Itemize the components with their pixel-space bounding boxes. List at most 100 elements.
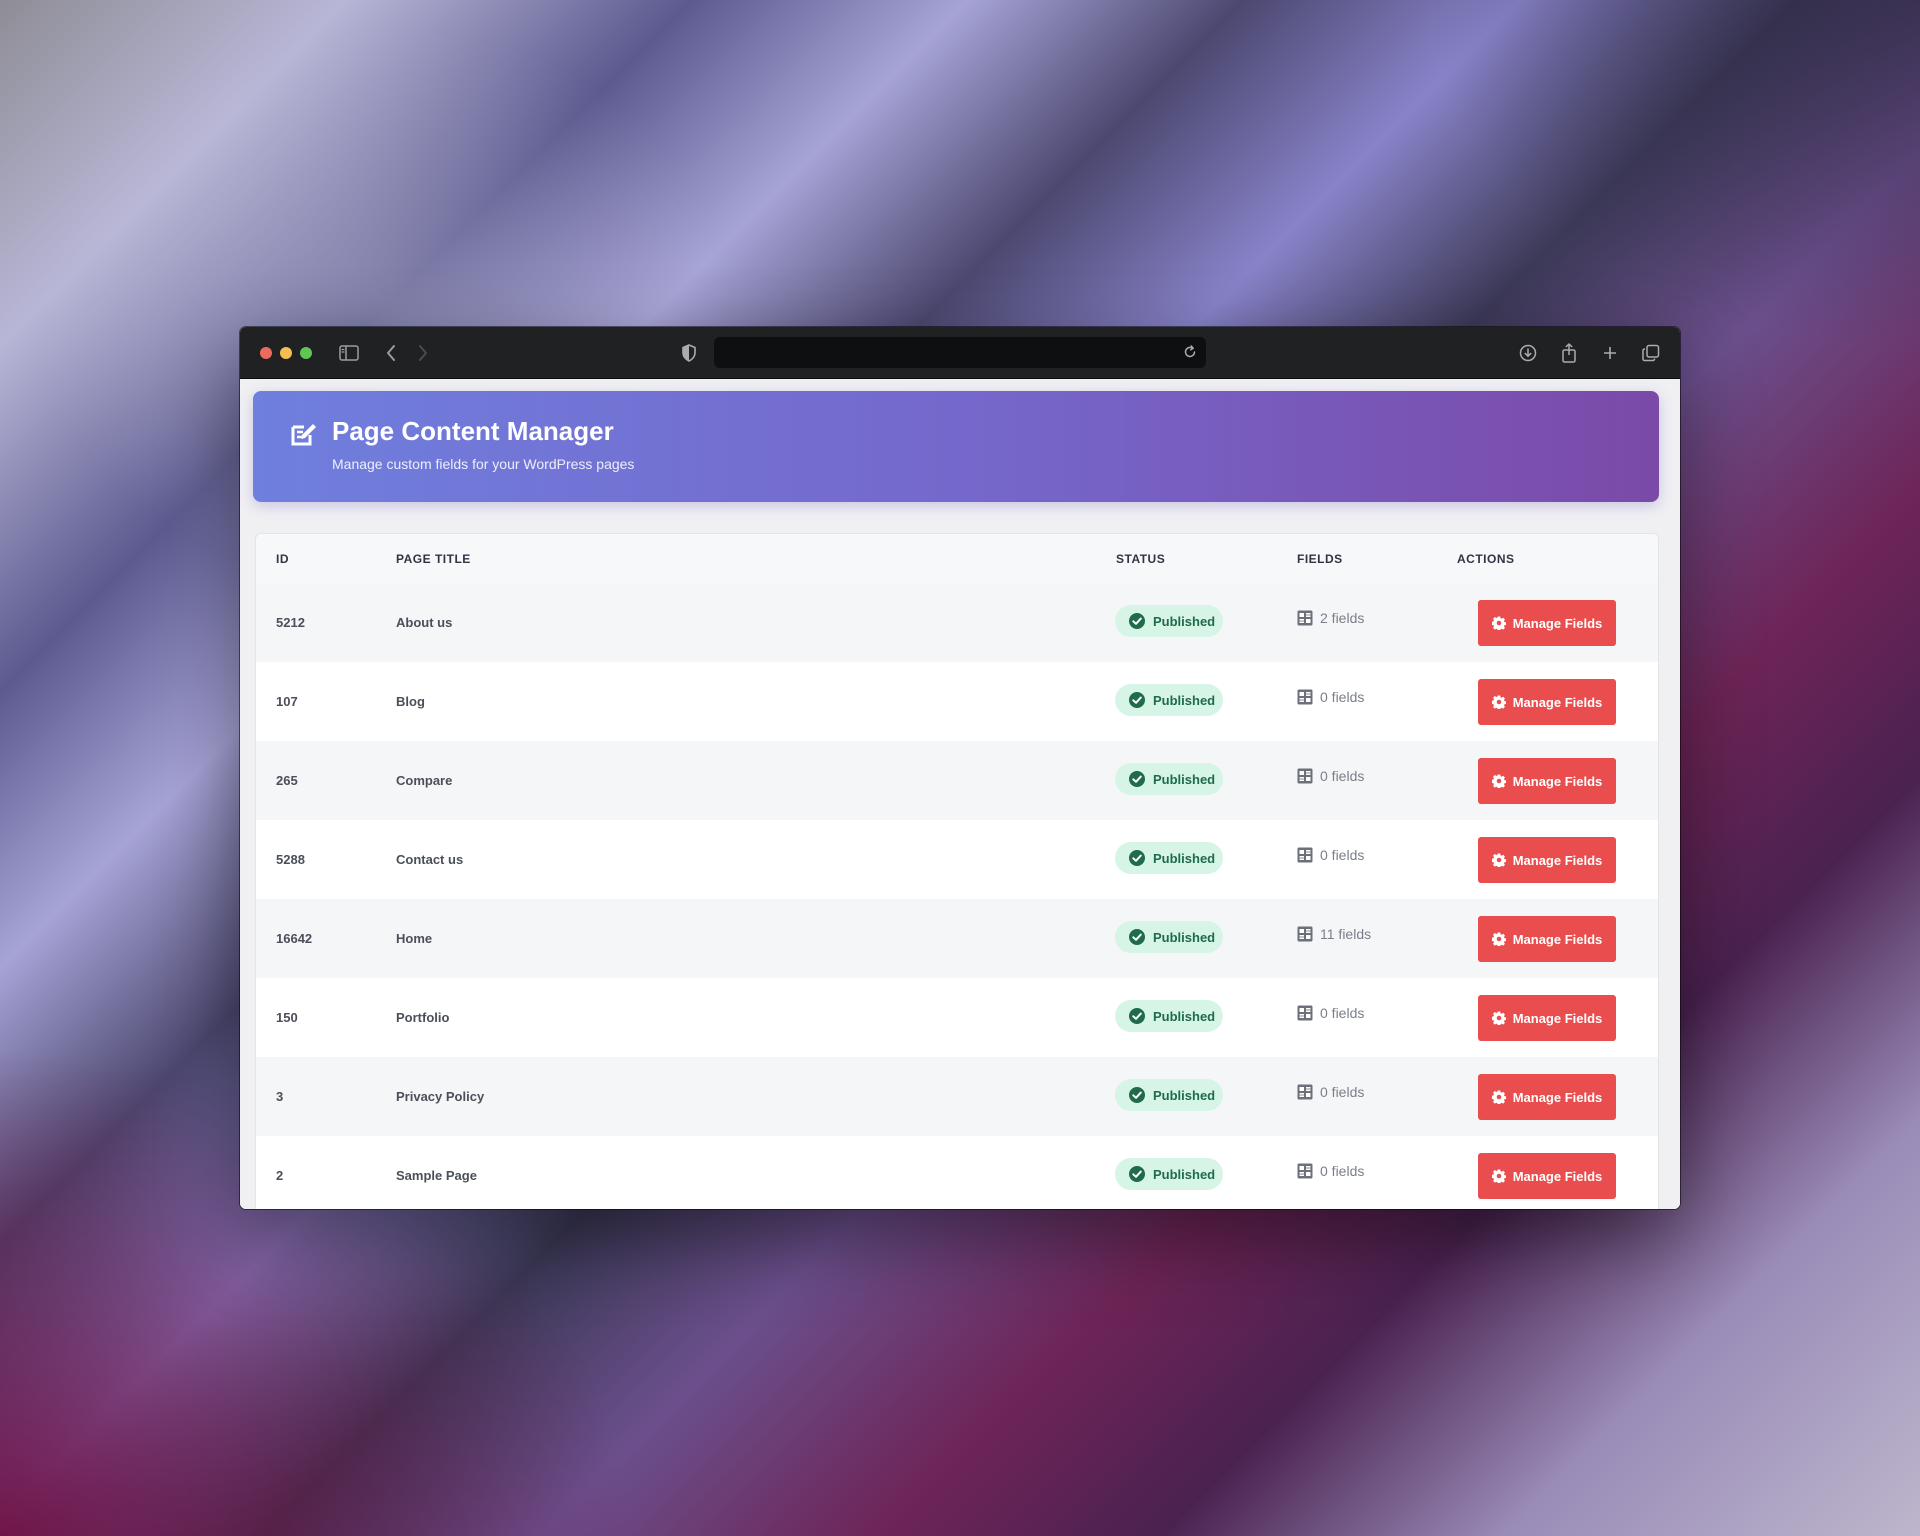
check-circle-icon [1129,929,1145,945]
manage-fields-label: Manage Fields [1512,852,1603,868]
page-title-cell: About us [396,615,453,630]
gear-icon [1491,774,1506,788]
manage-fields-button[interactable]: Manage Fields [1478,600,1616,646]
share-icon[interactable] [1556,340,1582,366]
fields-count: 0 fields [1297,1005,1364,1021]
tab-overview-icon[interactable] [1638,340,1664,366]
column-header-fields: FIELDS [1297,552,1343,566]
fields-count-label: 0 fields [1320,1163,1365,1179]
page-header-banner: Page Content Manager Manage custom field… [253,391,1659,502]
fields-grid-icon [1297,689,1313,705]
status-badge: Published [1115,605,1223,637]
page-title-cell: Blog [396,694,425,709]
gear-icon [1491,616,1506,630]
status-badge: Published [1115,842,1223,874]
status-label: Published [1153,929,1216,945]
table-row: 150 Portfolio Published 0 fields Manage Fiel… [256,978,1658,1057]
manage-fields-button[interactable]: Manage Fields [1478,995,1616,1041]
privacy-shield-icon[interactable] [676,340,702,366]
table-header: ID PAGE TITLE STATUS FIELDS ACTIONS [256,534,1658,584]
check-circle-icon [1129,1166,1145,1182]
status-label: Published [1153,850,1216,866]
page-title-cell: Home [396,931,433,946]
address-bar[interactable] [714,337,1206,368]
zoom-window-button[interactable] [300,347,312,359]
table-row: 107 Blog Published 0 fields Manage Fields [256,662,1658,741]
check-circle-icon [1129,1087,1145,1103]
manage-fields-label: Manage Fields [1512,1010,1603,1026]
column-header-id: ID [276,552,289,566]
forward-icon[interactable] [410,340,436,366]
column-header-actions: ACTIONS [1457,552,1515,566]
table-row: 265 Compare Published 0 fields Manage Fields [256,741,1658,820]
gear-icon [1491,853,1506,867]
status-badge: Published [1115,1079,1223,1111]
fields-grid-icon [1297,847,1313,863]
manage-fields-button[interactable]: Manage Fields [1478,1074,1616,1120]
gear-icon [1491,1011,1506,1025]
check-circle-icon [1129,850,1145,866]
status-badge: Published [1115,763,1223,795]
fields-grid-icon [1297,1163,1313,1179]
check-circle-icon [1129,613,1145,629]
reload-icon[interactable] [1180,342,1200,362]
minimize-window-button[interactable] [280,347,292,359]
table-row: 3 Privacy Policy Published 0 fields Manage F… [256,1057,1658,1136]
page-id: 5288 [276,852,305,867]
fields-count-label: 2 fields [1320,610,1365,626]
fields-count: 0 fields [1297,768,1364,784]
page-content: Page Content Manager Manage custom field… [240,379,1680,1209]
page-subtitle: Manage custom fields for your WordPress … [332,456,635,472]
fields-count: 11 fields [1297,926,1371,942]
table-row: 2 Sample Page Published 0 fields Manage Fiel… [256,1136,1658,1209]
page-id: 3 [276,1089,284,1104]
status-label: Published [1153,771,1216,787]
browser-toolbar [240,327,1680,379]
table-row: 16642 Home Published 11 fields Manage Fields [256,899,1658,978]
gear-icon [1491,1090,1506,1104]
fields-grid-icon [1297,926,1313,942]
column-header-status: STATUS [1116,552,1166,566]
check-circle-icon [1129,692,1145,708]
manage-fields-button[interactable]: Manage Fields [1478,758,1616,804]
manage-fields-button[interactable]: Manage Fields [1478,679,1616,725]
manage-fields-label: Manage Fields [1512,694,1603,710]
fields-count-label: 0 fields [1320,1084,1365,1100]
manage-fields-button[interactable]: Manage Fields [1478,837,1616,883]
page-id: 265 [276,773,298,788]
page-title: Page Content Manager [332,416,614,446]
status-badge: Published [1115,684,1223,716]
fields-count: 2 fields [1297,610,1364,626]
new-tab-icon[interactable] [1597,340,1623,366]
page-id: 107 [276,694,298,709]
column-header-page-title: PAGE TITLE [396,552,471,566]
page-id: 150 [276,1010,298,1025]
check-circle-icon [1129,771,1145,787]
sidebar-toggle-icon[interactable] [336,340,362,366]
page-title-cell: Contact us [396,852,464,867]
manage-fields-label: Manage Fields [1512,1168,1603,1184]
manage-fields-button[interactable]: Manage Fields [1478,1153,1616,1199]
fields-grid-icon [1297,1084,1313,1100]
status-badge: Published [1115,1158,1223,1190]
fields-count: 0 fields [1297,1084,1364,1100]
status-label: Published [1153,692,1216,708]
fields-count-label: 11 fields [1320,926,1372,942]
status-label: Published [1153,613,1216,629]
manage-fields-label: Manage Fields [1512,615,1603,631]
status-label: Published [1153,1008,1216,1024]
pages-table: ID PAGE TITLE STATUS FIELDS ACTIONS 5212… [255,533,1659,1209]
fields-count-label: 0 fields [1320,1005,1365,1021]
fields-grid-icon [1297,1005,1313,1021]
table-row: 5288 Contact us Published 0 fields Manage Fi… [256,820,1658,899]
back-icon[interactable] [378,340,404,366]
table-row: 5212 About us Published 2 fields Manage Fiel… [256,583,1658,662]
manage-fields-button[interactable]: Manage Fields [1478,916,1616,962]
fields-count-label: 0 fields [1320,847,1365,863]
fields-count-label: 0 fields [1320,689,1365,705]
status-badge: Published [1115,921,1223,953]
downloads-icon[interactable] [1515,340,1541,366]
gear-icon [1491,932,1506,946]
manage-fields-label: Manage Fields [1512,931,1603,947]
close-window-button[interactable] [260,347,272,359]
